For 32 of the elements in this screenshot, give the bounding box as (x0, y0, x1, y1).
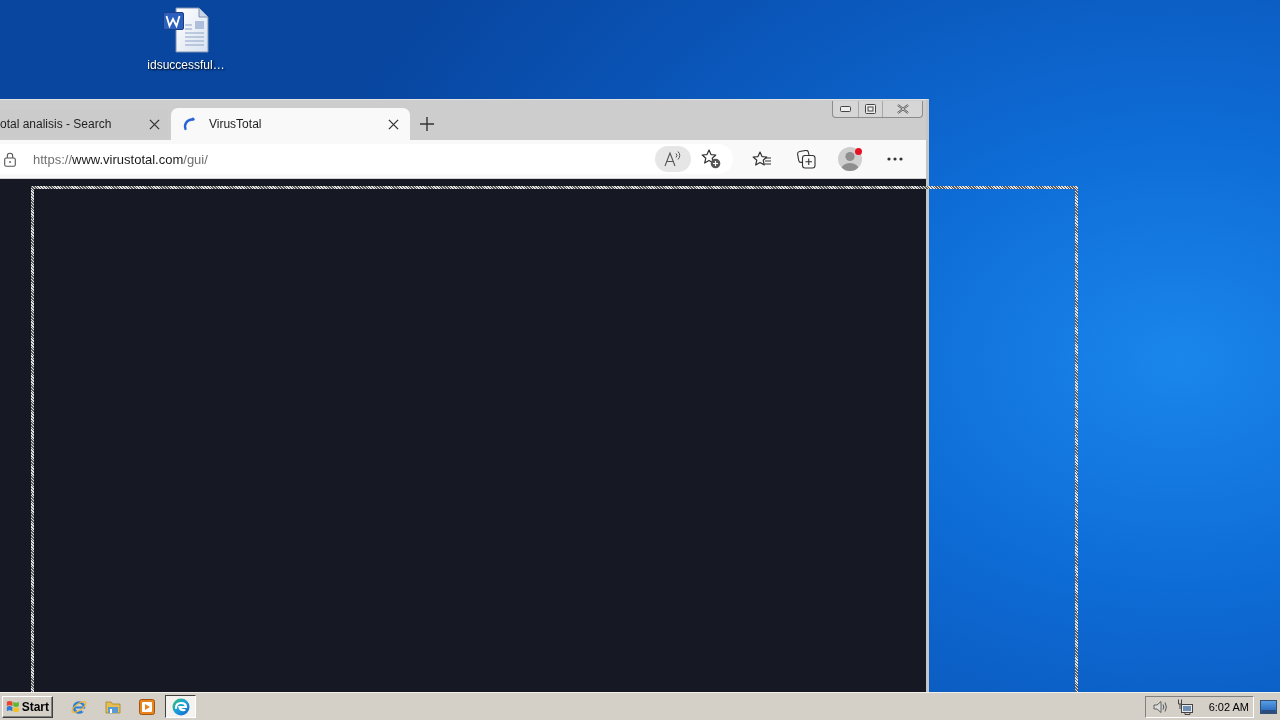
maximize-icon (865, 104, 876, 114)
show-desktop-icon[interactable] (1260, 699, 1277, 714)
folder-icon[interactable] (105, 698, 121, 715)
flag-icon (6, 699, 20, 714)
start-button[interactable]: Start (2, 695, 53, 718)
url-text: https://www.virustotal.com/gui/ (33, 151, 209, 167)
collections-icon (796, 149, 816, 169)
speaker-icon[interactable] (1151, 698, 1168, 715)
browser-e-icon[interactable] (71, 698, 87, 715)
minimize-icon (840, 106, 851, 112)
read-aloud-icon (663, 150, 683, 168)
lock-icon (4, 151, 16, 167)
read-aloud-button[interactable] (655, 146, 691, 172)
wave-logo-icon (171, 697, 190, 716)
file-name-label: idsuccessful… (147, 58, 225, 72)
logo-icon (181, 117, 195, 131)
network-icon[interactable] (1176, 698, 1193, 715)
browser-tab[interactable]: VirusTotal (171, 108, 410, 140)
close-icon (148, 118, 160, 130)
clock: 6:02 AM (1208, 700, 1249, 713)
plus-icon (419, 116, 435, 132)
avatar-icon (838, 147, 862, 171)
address-bar[interactable]: https://www.virustotal.com/gui/ (0, 144, 733, 174)
star-list-icon (752, 151, 772, 167)
close-icon (896, 104, 909, 114)
close-icon (387, 118, 399, 130)
more-icon (887, 157, 903, 161)
document-icon[interactable] (162, 7, 210, 53)
star-plus-icon (701, 149, 721, 169)
play-icon[interactable] (139, 698, 155, 715)
profile-button[interactable] (836, 145, 864, 173)
taskbar-window-button[interactable] (165, 695, 196, 718)
